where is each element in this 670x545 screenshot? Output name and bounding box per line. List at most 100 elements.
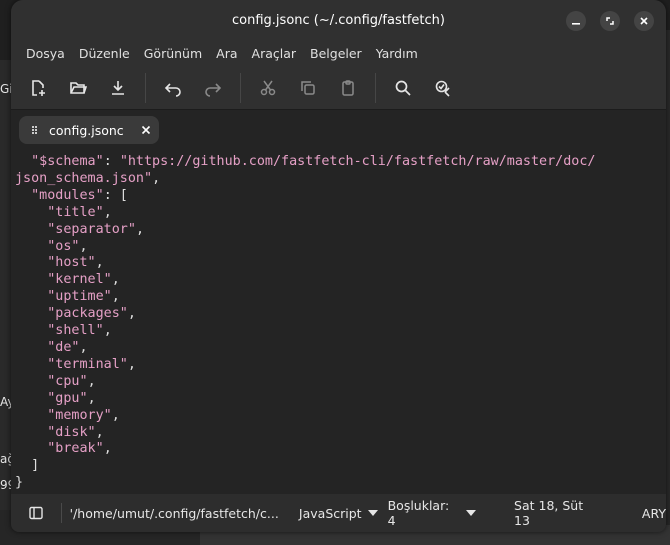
menu-tools[interactable]: Araçlar [245, 46, 304, 61]
cursor-position[interactable]: Sat 18, Süt 13 [514, 498, 602, 528]
maximize-button[interactable] [600, 11, 620, 31]
punctuation-token: } [15, 475, 24, 491]
punctuation-token: , [95, 255, 104, 271]
code-line[interactable]: } [15, 475, 666, 492]
punctuation-token: : [ [103, 187, 128, 203]
maximize-icon [606, 17, 614, 25]
code-line[interactable]: ] [15, 458, 666, 475]
text-file-icon [32, 126, 37, 134]
toggle-sidebar-button[interactable] [23, 500, 49, 526]
punctuation-token: , [95, 424, 104, 440]
tab-config-jsonc[interactable]: config.jsonc [19, 116, 159, 144]
menu-edit[interactable]: Düzenle [72, 46, 137, 61]
code-line[interactable]: "disk", [15, 425, 666, 442]
insert-mode-indicator[interactable]: ARY [642, 506, 666, 521]
save-button[interactable] [101, 71, 135, 105]
code-line[interactable]: "break", [15, 441, 666, 458]
code-line[interactable]: "host", [15, 255, 666, 272]
menu-documents[interactable]: Belgeler [303, 46, 369, 61]
tab-label: config.jsonc [49, 122, 124, 138]
string-token: "os" [47, 238, 80, 254]
close-window-button[interactable] [634, 11, 654, 31]
search-button[interactable] [386, 71, 420, 105]
undo-icon [164, 82, 181, 97]
chevron-down-icon [367, 510, 378, 516]
language-selector[interactable]: JavaScript [299, 506, 378, 521]
string-token: "gpu" [47, 390, 88, 406]
code-line[interactable]: "title", [15, 205, 666, 222]
code-line[interactable]: "cpu", [15, 374, 666, 391]
menu-search[interactable]: Ara [209, 46, 244, 61]
indentation-label: Boşluklar: 4 [387, 498, 450, 528]
punctuation-token: , [79, 339, 88, 355]
punctuation-token: , [87, 390, 96, 406]
code-line[interactable]: "modules": [ [15, 188, 666, 205]
punctuation-token: ] [31, 458, 40, 474]
menu-file[interactable]: Dosya [19, 46, 72, 61]
string-token: json_schema.json" [15, 170, 153, 186]
string-token: "packages" [47, 306, 128, 322]
folder-open-icon [70, 81, 87, 94]
code-line[interactable]: json_schema.json", [15, 171, 666, 188]
string-token: "uptime" [47, 289, 112, 305]
cut-button[interactable] [251, 71, 285, 105]
string-token: "separator" [47, 221, 136, 237]
punctuation-token: , [152, 170, 161, 186]
string-token: "memory" [47, 407, 112, 423]
code-editor[interactable]: "$schema": "https://github.com/fastfetch… [11, 150, 666, 495]
punctuation-token: , [111, 289, 120, 305]
code-line[interactable]: "kernel", [15, 272, 666, 289]
string-token: "de" [47, 339, 80, 355]
toolbar [11, 66, 666, 110]
string-token: "title" [47, 204, 104, 220]
punctuation-token: , [111, 407, 120, 423]
code-line[interactable]: "gpu", [15, 391, 666, 408]
close-tab-icon[interactable] [141, 125, 151, 135]
indentation-selector[interactable]: Boşluklar: 4 [387, 498, 477, 528]
search-replace-button[interactable] [426, 71, 460, 105]
punctuation-token: : [103, 154, 120, 169]
string-token: "$schema" [31, 154, 104, 169]
search-icon [395, 80, 411, 96]
minimize-button[interactable] [566, 11, 586, 31]
language-label: JavaScript [298, 505, 362, 521]
string-token: "host" [47, 255, 96, 271]
undo-button[interactable] [156, 71, 190, 105]
file-path: '/home/umut/.config/fastfetch/c... [69, 505, 279, 521]
punctuation-token: , [87, 373, 96, 389]
code-line[interactable]: "uptime", [15, 289, 666, 306]
copy-icon [301, 80, 315, 95]
menu-help[interactable]: Yardım [369, 46, 425, 61]
redo-icon [205, 82, 222, 97]
code-line[interactable]: "separator", [15, 222, 666, 239]
menu-view[interactable]: Görünüm [137, 46, 209, 61]
scissors-icon [260, 80, 276, 95]
download-icon [112, 80, 124, 95]
punctuation-token: , [103, 323, 112, 339]
new-document-button[interactable] [21, 71, 55, 105]
close-icon [640, 17, 648, 25]
sidebar-icon [29, 506, 43, 520]
open-button[interactable] [61, 71, 95, 105]
punctuation-token: , [103, 204, 112, 220]
code-line[interactable]: "$schema": "https://github.com/fastfetch… [15, 154, 666, 171]
find-replace-icon [435, 80, 450, 97]
status-bar: '/home/umut/.config/fastfetch/c... JavaS… [11, 494, 666, 532]
code-line[interactable]: "packages", [15, 306, 666, 323]
code-line[interactable]: "memory", [15, 408, 666, 425]
editor-window: config.jsonc (~/.config/fastfetch) Dosya… [11, 0, 666, 532]
paste-button[interactable] [331, 71, 365, 105]
copy-button[interactable] [291, 71, 325, 105]
redo-button[interactable] [196, 71, 230, 105]
code-line[interactable]: "de", [15, 340, 666, 357]
chevron-down-icon [466, 510, 477, 516]
punctuation-token: , [127, 306, 136, 322]
string-token: "modules" [31, 187, 104, 203]
code-line[interactable]: "os", [15, 239, 666, 256]
clipboard-icon [342, 79, 354, 96]
code-line[interactable]: "terminal", [15, 357, 666, 374]
punctuation-token: , [135, 221, 144, 237]
code-line[interactable]: "shell", [15, 323, 666, 340]
menu-bar: Dosya Düzenle Görünüm Ara Araçlar Belgel… [11, 40, 666, 66]
title-bar: config.jsonc (~/.config/fastfetch) [11, 0, 666, 40]
